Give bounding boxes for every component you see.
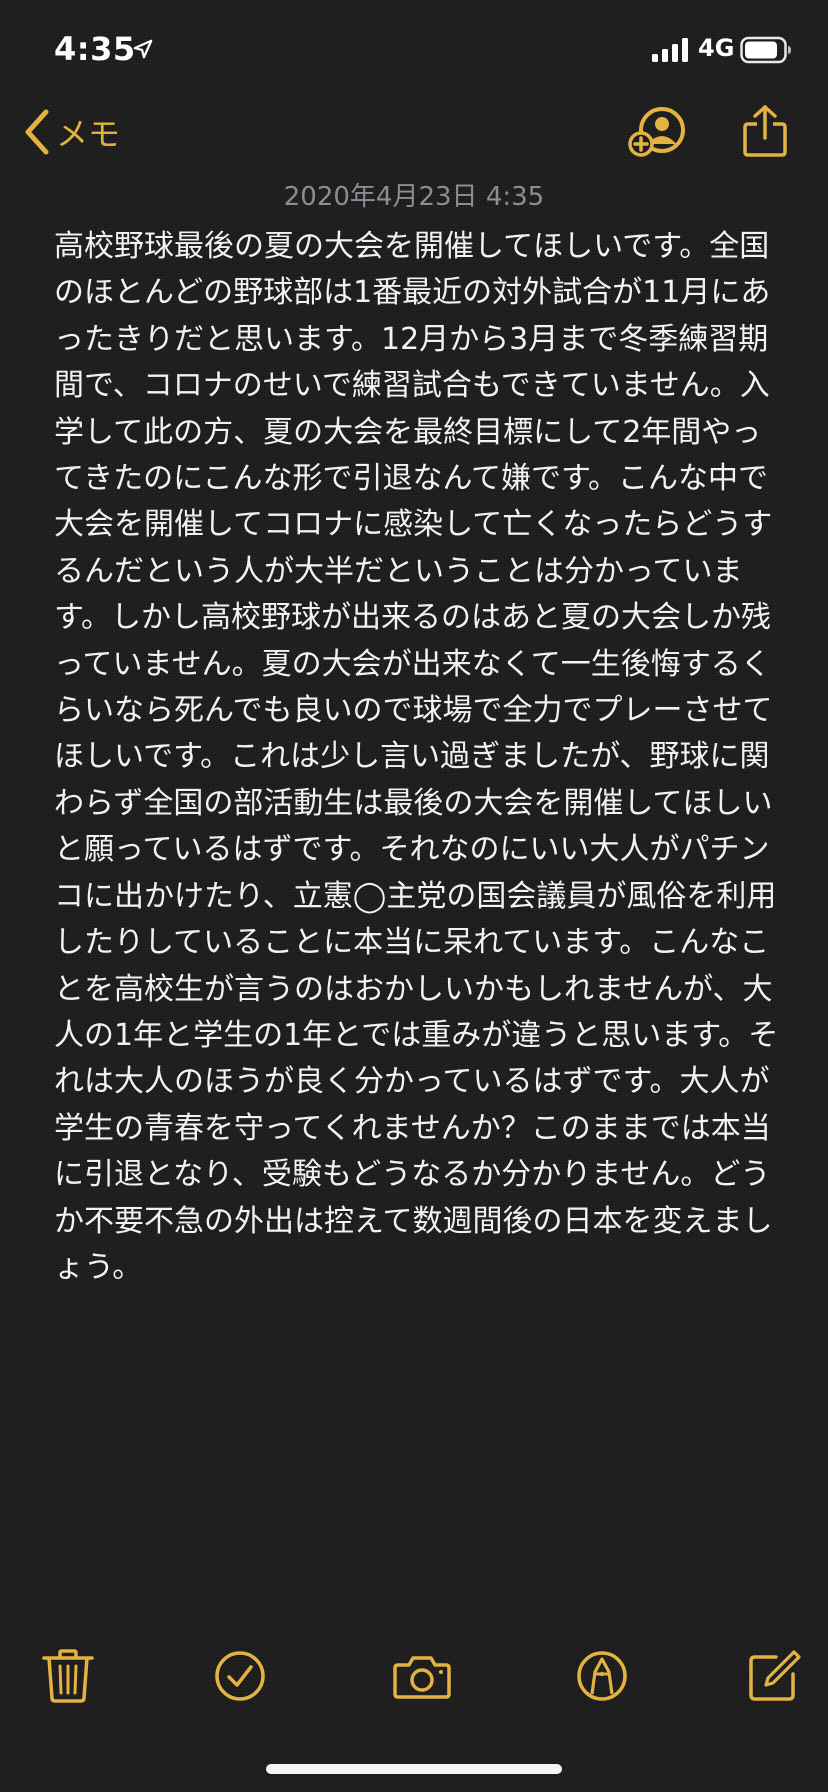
markup-pen-icon bbox=[577, 1651, 627, 1701]
delete-button[interactable] bbox=[40, 1648, 96, 1704]
network-type: 4G bbox=[698, 34, 735, 62]
location-arrow-icon bbox=[133, 39, 153, 59]
camera-button[interactable] bbox=[392, 1648, 452, 1704]
add-person-icon[interactable] bbox=[628, 106, 688, 158]
signal-bars-icon bbox=[652, 38, 688, 62]
note-body-text[interactable]: 高校野球最後の夏の大会を開催してほしいです。全国のほとんどの野球部は1番最近の対… bbox=[54, 224, 784, 1291]
back-button-label: メモ bbox=[56, 115, 121, 153]
home-indicator[interactable] bbox=[266, 1764, 562, 1774]
battery-icon bbox=[740, 36, 791, 64]
status-bar: 4:35 4G bbox=[0, 0, 828, 100]
trash-icon bbox=[42, 1649, 94, 1703]
markup-button[interactable] bbox=[574, 1648, 630, 1704]
share-icon[interactable] bbox=[742, 104, 788, 158]
checklist-icon bbox=[215, 1651, 265, 1701]
bottom-toolbar bbox=[0, 1648, 828, 1712]
compose-button[interactable] bbox=[746, 1648, 802, 1704]
compose-icon bbox=[749, 1650, 801, 1701]
camera-icon bbox=[393, 1656, 451, 1699]
back-button[interactable]: メモ bbox=[22, 104, 120, 160]
chevron-left-icon bbox=[25, 109, 49, 155]
checklist-button[interactable] bbox=[212, 1648, 268, 1704]
note-date: 2020年4月23日 4:35 bbox=[283, 182, 545, 212]
notes-screen: 4:35 4G メモ 2020年4月23日 4:35 高校野球最後の夏の大会を開… bbox=[0, 0, 828, 1792]
status-time: 4:35 bbox=[54, 30, 136, 68]
